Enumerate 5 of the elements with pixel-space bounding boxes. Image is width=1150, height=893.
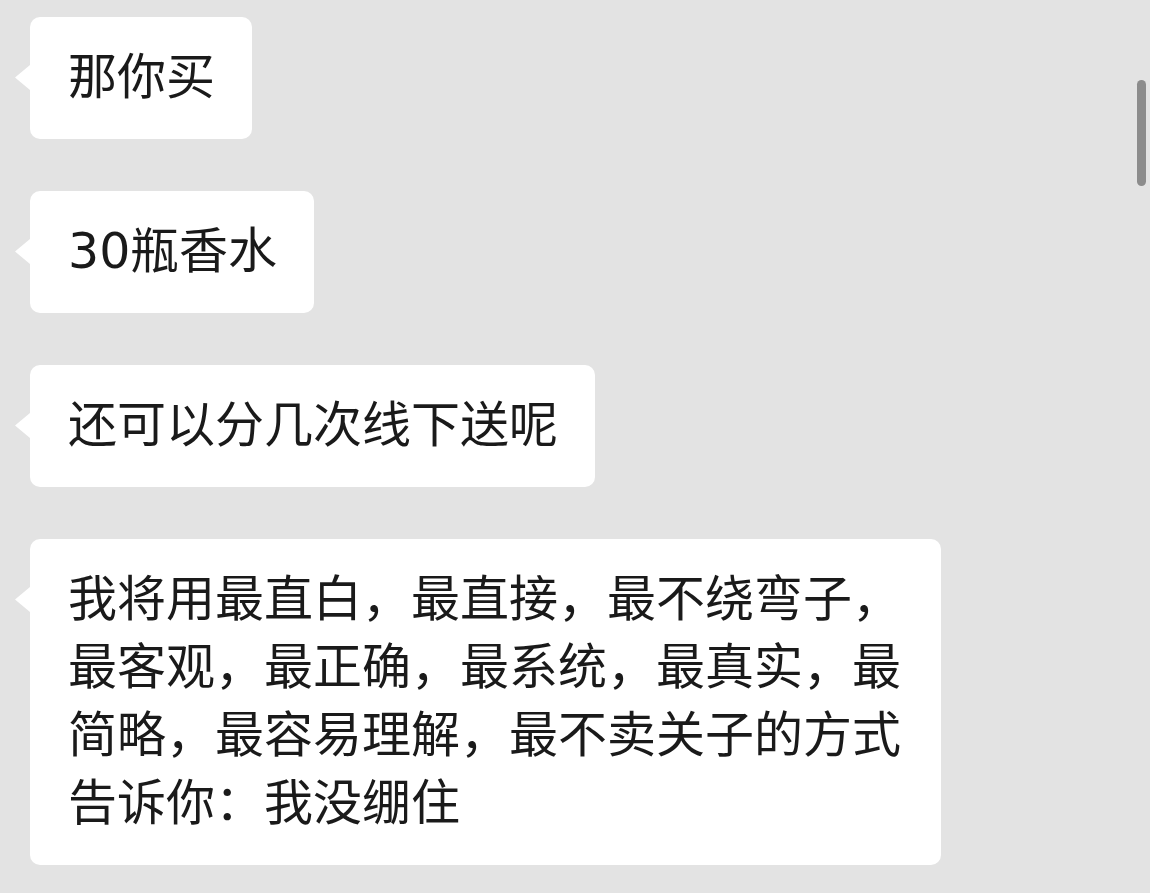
message-text: 那你买 [68, 48, 215, 108]
message-text: 30瓶香水 [68, 222, 278, 282]
scrollbar-thumb[interactable] [1137, 80, 1146, 186]
message-text: 我将用最直白，最直接，最不绕弯子，最客观，最正确，最系统，最真实，最简略，最容易理解，最不卖关子的方式告诉你：我没绷住 [68, 570, 902, 834]
message-text: 还可以分几次线下送呢 [68, 396, 558, 456]
